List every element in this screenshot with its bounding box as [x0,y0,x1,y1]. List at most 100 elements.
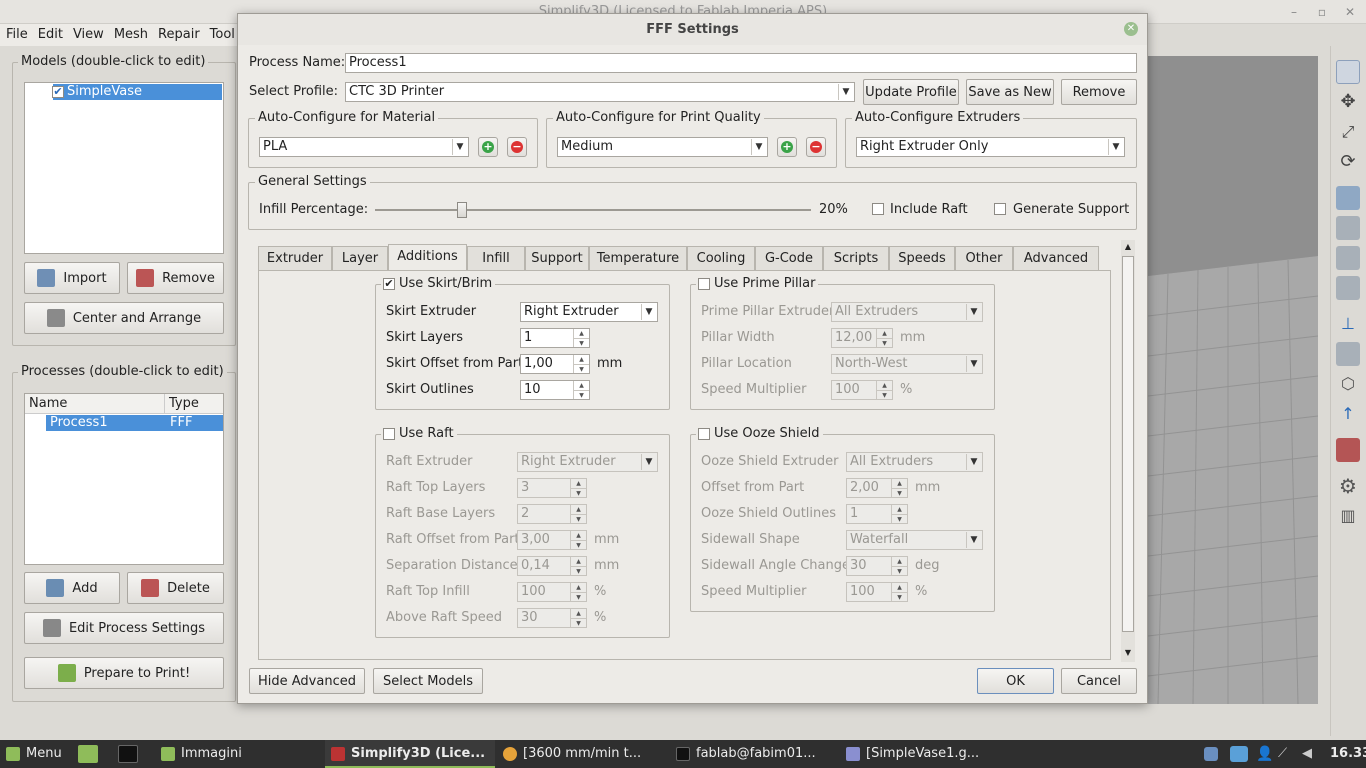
use-prime-pillar-checkbox[interactable] [698,278,710,290]
tab-extruder[interactable]: Extruder [258,246,332,270]
dialog-close-icon[interactable]: ✕ [1124,22,1138,36]
move-icon[interactable]: ✥ [1336,90,1360,114]
solid-view-icon[interactable] [1336,342,1360,366]
models-list[interactable]: SimpleVase ✔ [24,82,224,254]
scrollbar[interactable]: ▲ ▼ [1121,240,1135,662]
spin-up-icon[interactable]: ▲ [891,557,907,566]
close-window-icon[interactable]: ✕ [1342,4,1358,20]
tab-gcode[interactable]: G-Code [755,246,823,270]
tab-cooling[interactable]: Cooling [687,246,755,270]
sidewall-angle-spinbox[interactable]: 30 ▲ ▼ [846,556,908,576]
restore-icon[interactable]: ▫ [1314,4,1330,20]
table-row[interactable]: Process1 FFF [46,415,223,431]
tab-support[interactable]: Support [525,246,589,270]
volume-icon[interactable]: ◀ [1302,746,1318,762]
spin-down-icon[interactable]: ▼ [570,618,586,627]
settings-gear-icon[interactable]: ⚙ [1336,474,1360,498]
spin-down-icon[interactable]: ▼ [570,514,586,523]
spin-down-icon[interactable]: ▼ [891,592,907,601]
add-process-button[interactable]: Add [24,572,120,604]
tab-additions[interactable]: Additions [388,244,467,270]
prepare-to-print-button[interactable]: Prepare to Print! [24,657,224,689]
clock[interactable]: 16.33 [1330,740,1366,768]
tab-speeds[interactable]: Speeds [889,246,955,270]
menu-view[interactable]: View [69,24,108,46]
minimize-icon[interactable]: – [1286,4,1302,20]
view-top-icon[interactable] [1336,276,1360,300]
infill-slider-thumb[interactable] [457,202,468,218]
remove-model-button[interactable]: Remove [127,262,224,294]
spin-up-icon[interactable]: ▲ [891,479,907,488]
spin-up-icon[interactable]: ▲ [891,583,907,592]
raft-top-infill-spinbox[interactable]: 100 ▲ ▼ [517,582,587,602]
user-icon[interactable]: 👤 [1256,746,1273,762]
spin-down-icon[interactable]: ▼ [876,390,892,399]
spin-down-icon[interactable]: ▼ [876,338,892,347]
spin-up-icon[interactable]: ▲ [570,531,586,540]
tab-other[interactable]: Other [955,246,1013,270]
spin-up-icon[interactable]: ▲ [573,381,589,390]
material-select[interactable]: PLA ▼ [259,137,469,157]
start-menu-button[interactable]: Menu [0,740,72,768]
skirt-layers-spinbox[interactable]: 1 ▲ ▼ [520,328,590,348]
spin-down-icon[interactable]: ▼ [570,566,586,575]
add-quality-button[interactable]: + [777,137,797,157]
remove-profile-button[interactable]: Remove [1061,79,1137,105]
tab-advanced[interactable]: Advanced [1013,246,1099,270]
update-manager-icon[interactable] [1230,746,1248,762]
scrollbar-thumb[interactable] [1122,256,1134,632]
spin-down-icon[interactable]: ▼ [573,338,589,347]
processes-table[interactable]: Name Type Process1 FFF [24,393,224,565]
hide-advanced-button[interactable]: Hide Advanced [249,668,365,694]
menu-repair[interactable]: Repair [154,24,204,46]
use-raft-checkbox[interactable] [383,428,395,440]
shield-icon[interactable] [1204,747,1218,761]
include-raft-checkbox[interactable] [872,203,884,215]
supports-icon[interactable]: ▥ [1336,504,1360,528]
prime-extruder-select[interactable]: All Extruders ▼ [831,302,983,322]
prime-speed-spinbox[interactable]: 100 ▲ ▼ [831,380,893,400]
ooze-extruder-select[interactable]: All Extruders ▼ [846,452,983,472]
tab-scripts[interactable]: Scripts [823,246,889,270]
separation-spinbox[interactable]: 0,14 ▲ ▼ [517,556,587,576]
raft-base-layers-spinbox[interactable]: 2 ▲ ▼ [517,504,587,524]
file-manager-launcher-icon[interactable] [78,745,98,763]
skirt-outlines-spinbox[interactable]: 10 ▲ ▼ [520,380,590,400]
spin-down-icon[interactable]: ▼ [891,514,907,523]
network-icon[interactable]: ⟋ [1278,746,1294,762]
skirt-extruder-select[interactable]: Right Extruder ▼ [520,302,658,322]
scale-icon[interactable]: ⤢ [1336,120,1360,144]
model-visible-checkbox[interactable]: ✔ [52,86,64,98]
z-axis-icon[interactable]: ↑ [1336,402,1360,426]
update-profile-button[interactable]: Update Profile [863,79,959,105]
view-front-icon[interactable] [1336,216,1360,240]
spin-up-icon[interactable]: ▲ [570,609,586,618]
view-cube-icon[interactable] [1336,186,1360,210]
wireframe-icon[interactable]: ⬡ [1336,372,1360,396]
cancel-button[interactable]: Cancel [1061,668,1137,694]
infill-slider-track[interactable] [375,209,811,211]
spin-down-icon[interactable]: ▼ [573,390,589,399]
raft-extruder-select[interactable]: Right Extruder ▼ [517,452,658,472]
above-raft-speed-spinbox[interactable]: 30 ▲ ▼ [517,608,587,628]
raft-top-layers-spinbox[interactable]: 3 ▲ ▼ [517,478,587,498]
generate-support-checkbox[interactable] [994,203,1006,215]
spin-down-icon[interactable]: ▼ [570,488,586,497]
ooze-outlines-spinbox[interactable]: 1 ▲ ▼ [846,504,908,524]
spin-down-icon[interactable]: ▼ [570,592,586,601]
menu-tools[interactable]: Tool [206,24,239,46]
import-button[interactable]: Import [24,262,120,294]
spin-down-icon[interactable]: ▼ [891,488,907,497]
save-as-new-button[interactable]: Save as New [966,79,1054,105]
column-header-type[interactable]: Type [165,394,223,414]
spin-up-icon[interactable]: ▲ [570,479,586,488]
3d-viewport[interactable] [1148,56,1318,704]
pillar-width-spinbox[interactable]: 12,00 ▲ ▼ [831,328,893,348]
spin-down-icon[interactable]: ▼ [891,566,907,575]
task-immagini[interactable]: Immagini [155,740,320,768]
menu-mesh[interactable]: Mesh [110,24,152,46]
use-skirt-checkbox[interactable]: ✔ [383,278,395,290]
ooze-offset-spinbox[interactable]: 2,00 ▲ ▼ [846,478,908,498]
ooze-speed-spinbox[interactable]: 100 ▲ ▼ [846,582,908,602]
axes-icon[interactable]: ⊥ [1336,312,1360,336]
